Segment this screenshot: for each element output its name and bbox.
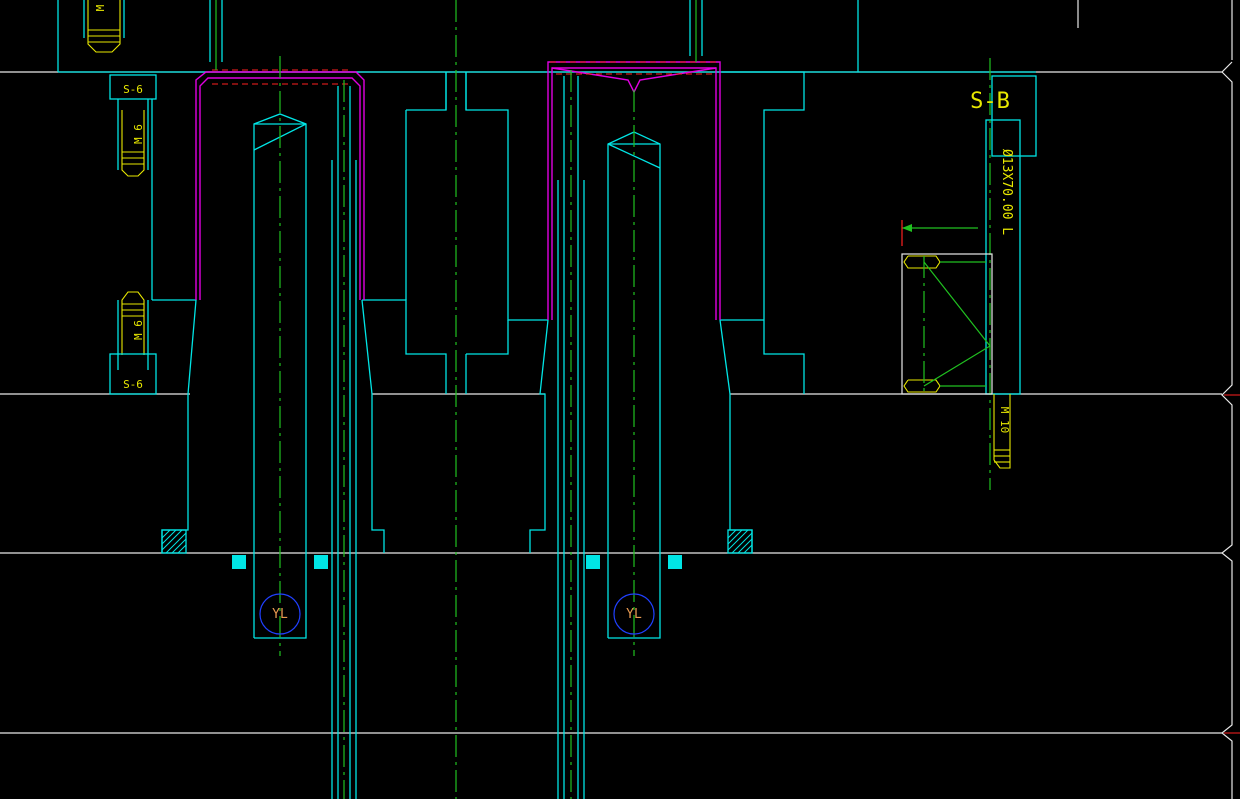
center-centerline xyxy=(445,0,467,799)
cad-drawing-canvas: S-6 M 6 S-6 M 6 M YL YL S-B Ø13X70.00 L … xyxy=(0,0,1240,799)
marker-yl-right: YL xyxy=(626,607,642,622)
thread-m6-lower-label: M 6 xyxy=(132,320,145,340)
left-ejector-sleeve: YL xyxy=(232,56,328,656)
plate-lines xyxy=(0,0,1233,799)
screw-top-left-partial: M xyxy=(83,0,125,53)
right-pocket-outline xyxy=(719,71,805,553)
hatch-blocks xyxy=(161,529,753,554)
left-insert xyxy=(195,0,365,300)
top-plate-outline xyxy=(57,0,1036,73)
thread-m10-label: M 10 xyxy=(998,407,1011,434)
thread-top-left-label: M xyxy=(94,4,107,11)
screw-s6-lower: S-6 M 6 xyxy=(109,291,157,395)
screw-s6-upper-label: S-6 xyxy=(123,83,143,96)
spring-assembly: S-B Ø13X70.00 L M 10 xyxy=(901,58,1037,490)
spring-dimension-label: Ø13X70.00 L xyxy=(999,149,1014,235)
screw-s6-upper: S-6 M 6 xyxy=(109,74,157,300)
spring-sb-label: S-B xyxy=(970,89,1010,114)
ejector-pins xyxy=(331,70,585,799)
marker-yl-left: YL xyxy=(272,607,288,622)
screw-s6-lower-label: S-6 xyxy=(123,378,143,391)
right-ejector-sleeve: YL xyxy=(586,90,682,656)
thread-m6-upper-label: M 6 xyxy=(132,124,145,144)
